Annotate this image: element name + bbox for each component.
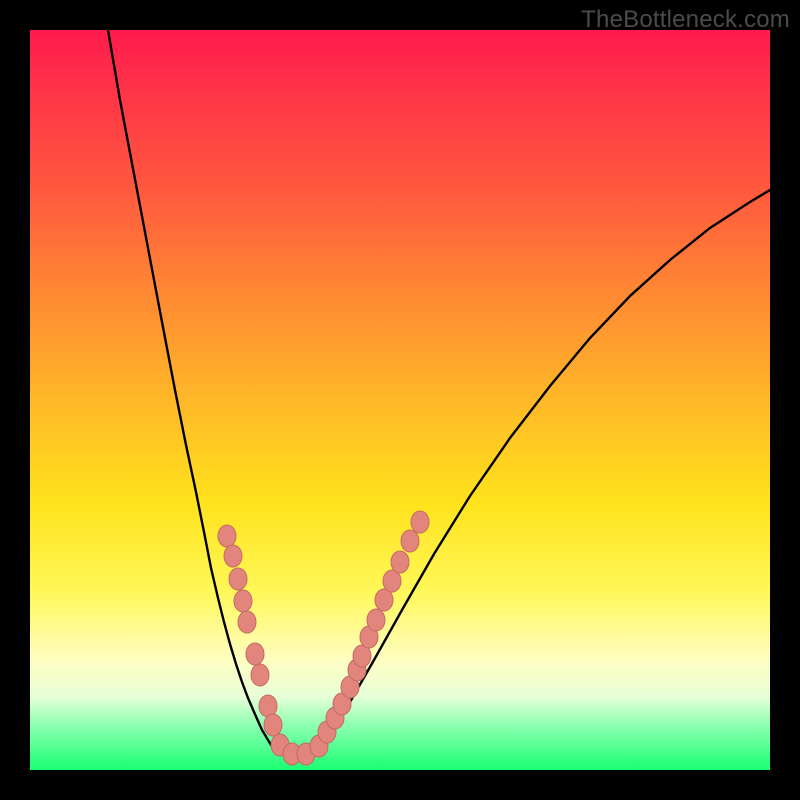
highlight-dot xyxy=(367,609,385,631)
highlight-dot xyxy=(264,714,282,736)
highlight-dots xyxy=(218,511,429,765)
bottleneck-curve xyxy=(108,30,770,755)
watermark-text: TheBottleneck.com xyxy=(581,6,790,34)
highlight-dot xyxy=(238,611,256,633)
highlight-dot xyxy=(411,511,429,533)
highlight-dot xyxy=(224,545,242,567)
plot-area xyxy=(30,30,770,770)
highlight-dot xyxy=(401,530,419,552)
highlight-dot xyxy=(391,551,409,573)
highlight-dot xyxy=(234,590,252,612)
highlight-dot xyxy=(251,664,269,686)
chart-frame: TheBottleneck.com xyxy=(0,0,800,800)
curve-svg xyxy=(30,30,770,770)
highlight-dot xyxy=(229,568,247,590)
highlight-dot xyxy=(246,643,264,665)
highlight-dot xyxy=(218,525,236,547)
